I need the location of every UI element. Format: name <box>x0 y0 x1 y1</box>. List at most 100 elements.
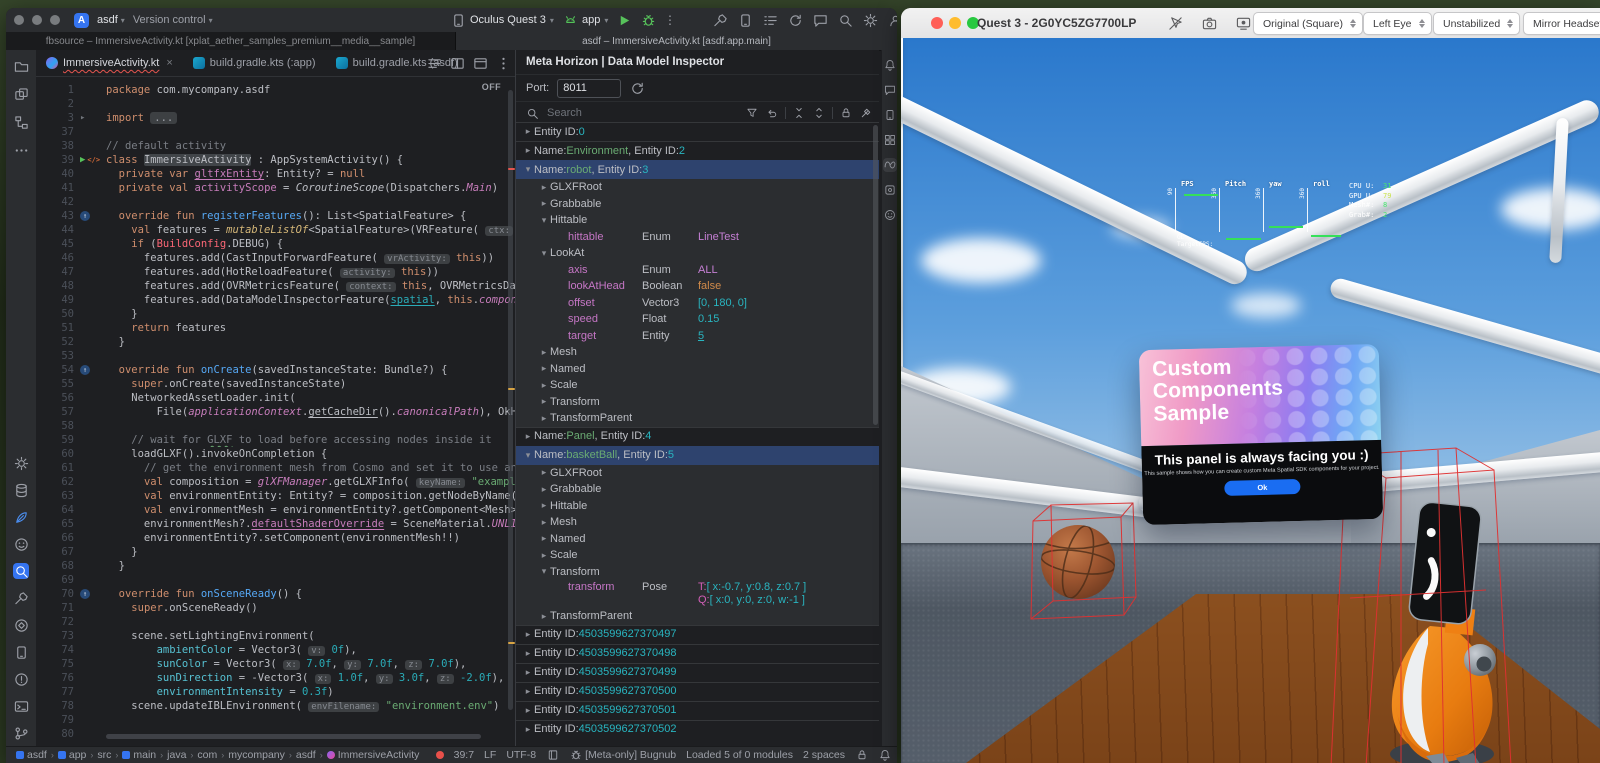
device-mirror-icon[interactable] <box>883 108 897 122</box>
gemini-icon[interactable] <box>13 509 29 525</box>
breadcrumb-item[interactable]: mycompany <box>228 749 285 761</box>
entity-row[interactable]: ▸Entity ID: 4503599627370500 <box>516 682 879 701</box>
tree-arrow-icon[interactable]: ▸ <box>522 629 534 640</box>
refresh-icon[interactable] <box>629 80 645 96</box>
component-row[interactable]: ▸Transform <box>516 394 879 411</box>
editor-tab[interactable]: build.gradle.kts (:app) <box>183 50 326 76</box>
breadcrumb-item[interactable]: java <box>167 749 186 761</box>
close-icon[interactable]: × <box>166 57 172 69</box>
settings-icon[interactable] <box>862 12 878 28</box>
dropdown-left-eye[interactable]: Left Eye <box>1363 12 1432 35</box>
settings-icon[interactable] <box>13 455 29 471</box>
breadcrumb-item[interactable]: main <box>122 749 156 761</box>
editor-vertical-scrollbar[interactable] <box>508 90 513 710</box>
more-tools-icon[interactable] <box>13 142 29 158</box>
minimize-window-button[interactable] <box>949 17 961 29</box>
component-row[interactable]: ▾Hittable <box>516 212 879 229</box>
commit-icon[interactable] <box>13 86 29 102</box>
meta-horizon-icon[interactable] <box>883 158 897 172</box>
device-manager-icon[interactable] <box>737 12 753 28</box>
dropdown-unstabilized[interactable]: Unstabilized <box>1433 12 1520 35</box>
editor-horizontal-scrollbar[interactable] <box>106 734 481 739</box>
tree-arrow-icon[interactable]: ▸ <box>538 533 550 544</box>
pointer-off-icon[interactable] <box>1167 15 1183 31</box>
dropdown-original-square-[interactable]: Original (Square) <box>1253 12 1363 35</box>
override-gutter-icon[interactable]: ↑ <box>80 209 106 223</box>
detach-editor-icon[interactable] <box>472 55 488 71</box>
tree-arrow-icon[interactable]: ▸ <box>522 145 534 156</box>
tree-arrow-icon[interactable]: ▸ <box>538 347 550 358</box>
tree-arrow-icon[interactable]: ▾ <box>522 450 534 461</box>
component-row[interactable]: ▸Grabbable <box>516 481 879 498</box>
debug-button[interactable] <box>640 12 656 28</box>
filter-icon[interactable] <box>745 106 759 120</box>
component-row[interactable]: ▸GLXFRoot <box>516 465 879 482</box>
tree-arrow-icon[interactable]: ▸ <box>538 413 550 424</box>
window-tab-asdf[interactable]: asdf – ImmersiveActivity.kt [asdf.app.ma… <box>455 32 897 50</box>
component-row[interactable]: ▾Transform <box>516 564 879 581</box>
device-selector[interactable]: Oculus Quest 3▾ <box>450 12 554 28</box>
search-everywhere-icon[interactable] <box>837 12 853 28</box>
property-row[interactable]: speedFloat0.15 <box>516 311 879 328</box>
build-icon[interactable] <box>712 12 728 28</box>
tree-arrow-icon[interactable]: ▸ <box>538 380 550 391</box>
entity-row[interactable]: ▸Entity ID: 4503599627370497 <box>516 625 879 644</box>
vcs-menu[interactable]: Version control▾ <box>133 14 213 26</box>
tree-arrow-icon[interactable]: ▸ <box>538 550 550 561</box>
entity-row[interactable]: ▸Entity ID: 4503599627370502 <box>516 720 879 739</box>
dropdown-mirror-headset[interactable]: Mirror Headset <box>1523 12 1600 35</box>
code-editor[interactable]: ImmersiveActivity.kt×build.gradle.kts (:… <box>36 50 515 747</box>
caret-position[interactable]: 39:7 <box>454 749 474 761</box>
running-devices-icon[interactable] <box>883 183 897 197</box>
tree-arrow-icon[interactable]: ▸ <box>522 686 534 697</box>
bugnub-plugin[interactable]: [Meta-only] Bugnub <box>569 749 676 762</box>
tree-arrow-icon[interactable]: ▸ <box>522 648 534 659</box>
project-icon[interactable] <box>13 58 29 74</box>
entity-row[interactable]: ▸Entity ID: 0 <box>516 122 879 141</box>
file-encoding[interactable]: UTF-8 <box>506 749 536 761</box>
breadcrumb-item[interactable]: asdf <box>296 749 316 761</box>
warning-stripe[interactable] <box>508 388 515 390</box>
project-menu[interactable]: asdf▾ <box>97 14 125 26</box>
tree-arrow-icon[interactable]: ▸ <box>538 484 550 495</box>
component-row[interactable]: ▸Hittable <box>516 498 879 515</box>
tree-arrow-icon[interactable]: ▸ <box>538 611 550 622</box>
run-configuration[interactable]: app▾ <box>562 12 608 28</box>
problems-icon[interactable] <box>13 671 29 687</box>
terminal-icon[interactable] <box>13 698 29 714</box>
entity-row[interactable]: ▸Name: Panel, Entity ID: 4 <box>516 427 879 446</box>
component-row[interactable]: ▸Grabbable <box>516 196 879 213</box>
structure-icon[interactable] <box>13 114 29 130</box>
close-window-button[interactable] <box>14 15 24 25</box>
property-row[interactable]: axisEnumALL <box>516 262 879 279</box>
code-area[interactable]: 1package com.mycompany.asdf23▸import ...… <box>36 83 515 747</box>
component-row[interactable]: ▸Mesh <box>516 344 879 361</box>
entity-row[interactable]: ▸Name: Environment, Entity ID: 2 <box>516 141 879 160</box>
layout-inspector-icon[interactable] <box>883 133 897 147</box>
entity-row[interactable]: ▸Entity ID: 4503599627370499 <box>516 663 879 682</box>
todo-list-icon[interactable] <box>762 12 778 28</box>
more-actions-icon[interactable]: ⋮ <box>664 13 676 27</box>
record-icon[interactable] <box>1235 15 1251 31</box>
inspector-scrollbar[interactable] <box>873 125 878 425</box>
entity-row[interactable]: ▾Name: robot, Entity ID: 3 <box>516 160 879 179</box>
override-gutter-icon[interactable]: ↑ <box>80 587 106 601</box>
find-icon[interactable] <box>13 563 29 579</box>
component-row[interactable]: ▸GLXFRoot <box>516 179 879 196</box>
window-tab-fbsource[interactable]: fbsource – ImmersiveActivity.kt [xplat_a… <box>6 32 455 50</box>
lock-indicator[interactable] <box>855 749 868 762</box>
tree-arrow-icon[interactable]: ▸ <box>538 396 550 407</box>
tree-arrow-icon[interactable]: ▾ <box>522 164 534 175</box>
breadcrumb-item[interactable]: ImmersiveActivity <box>327 749 420 761</box>
recording-indicator[interactable] <box>436 751 444 759</box>
close-window-button[interactable] <box>931 17 943 29</box>
tree-arrow-icon[interactable]: ▸ <box>522 705 534 716</box>
emoji-icon[interactable] <box>883 208 897 222</box>
tree-arrow-icon[interactable]: ▸ <box>538 500 550 511</box>
component-row[interactable]: ▸Mesh <box>516 514 879 531</box>
property-row[interactable]: lookAtHeadBooleanfalse <box>516 278 879 295</box>
logcat-icon[interactable] <box>13 644 29 660</box>
breadcrumb-item[interactable]: src <box>97 749 111 761</box>
line-separator[interactable]: LF <box>484 749 496 761</box>
split-editor-icon[interactable] <box>449 55 465 71</box>
